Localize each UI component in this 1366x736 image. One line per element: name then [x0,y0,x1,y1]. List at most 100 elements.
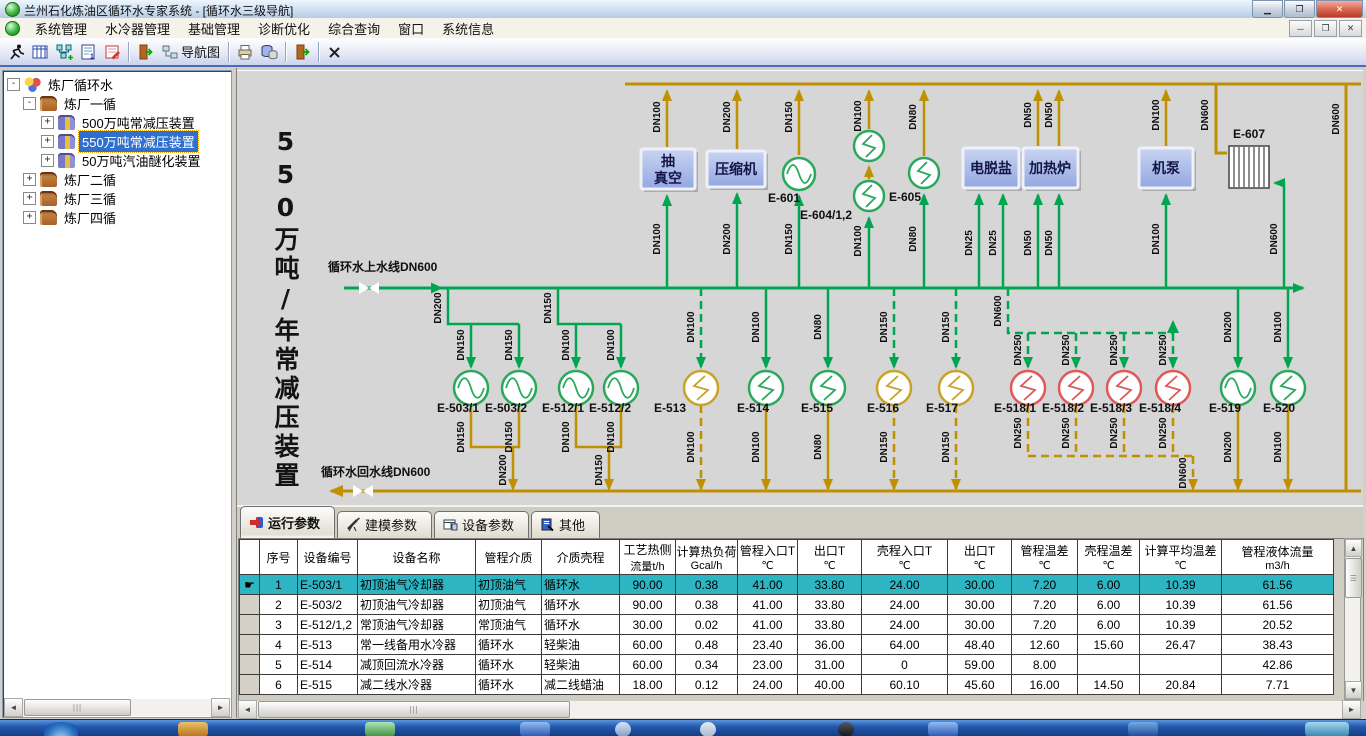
database-button[interactable] [257,40,281,64]
col-header[interactable]: 设备名称 [358,540,476,575]
tree-item-circuit1[interactable]: - 炼厂一循 [4,94,230,113]
taskbar-icon[interactable] [1305,722,1349,736]
unit-box-vacuum[interactable]: 抽 真空 [641,149,698,192]
row-selector[interactable] [240,675,260,695]
row-selector[interactable] [240,635,260,655]
child-close-button[interactable]: ✕ [1339,20,1362,37]
nodes-add-button[interactable] [52,40,76,64]
taskbar-icon[interactable] [838,722,854,736]
run-button[interactable] [4,40,28,64]
equipment-e512-2[interactable] [604,371,638,405]
col-header[interactable]: 出口T℃ [798,540,862,575]
exit-door-button[interactable] [133,40,157,64]
equipment-e605[interactable] [909,158,939,188]
col-header[interactable]: 出口T℃ [948,540,1012,575]
expand-toggle-icon[interactable]: + [23,211,36,224]
tree-item-circuit4[interactable]: + 炼厂四循 [4,208,230,227]
table-row[interactable]: 6E-515减二线水冷器循环水减二线蜡油18.000.1224.0040.006… [240,675,1334,695]
expand-toggle-icon[interactable]: + [41,154,54,167]
taskbar-icon[interactable] [928,722,958,736]
tab-device-parameters[interactable]: 设备参数 [434,511,529,538]
table-row[interactable]: ☛1E-503/1初顶油气冷却器初顶油气循环水90.000.3841.0033.… [240,575,1334,595]
col-header[interactable]: 介质壳程 [542,540,620,575]
scrollbar-thumb[interactable]: ☰ [1345,558,1362,598]
taskbar-icon[interactable] [1128,722,1158,736]
col-header[interactable]: 管程介质 [476,540,542,575]
equipment-e604-2[interactable] [854,181,884,211]
edit-form-button[interactable] [100,40,124,64]
equipment-e604-1[interactable] [854,131,884,161]
child-minimize-button[interactable]: ─ [1289,20,1312,37]
equipment-e518-2[interactable] [1059,371,1093,405]
expand-toggle-icon[interactable]: - [23,97,36,110]
unit-box-furnace[interactable]: 加热炉 [1023,148,1081,191]
equipment-e518-3[interactable] [1107,371,1141,405]
col-header[interactable]: 管程温差℃ [1012,540,1078,575]
row-selector[interactable] [240,595,260,615]
tab-model-parameters[interactable]: 建模参数 [337,511,432,538]
menu-base-manage[interactable]: 基础管理 [179,17,249,40]
scroll-right-icon[interactable]: ► [1342,700,1361,719]
col-header[interactable]: 管程液体流量m3/h [1222,540,1334,575]
row-selector[interactable]: ☛ [240,575,260,595]
equipment-e518-1[interactable] [1011,371,1045,405]
scrollbar-thumb[interactable]: ||| [24,699,131,716]
unit-box-pump[interactable]: 机泵 [1139,148,1196,191]
scroll-left-icon[interactable]: ◄ [238,700,257,719]
menu-diagnosis[interactable]: 诊断优化 [249,17,319,40]
expand-toggle-icon[interactable]: + [23,173,36,186]
windows-taskbar[interactable] [0,719,1366,736]
equipment-e515[interactable] [811,371,845,405]
expand-toggle-icon[interactable]: - [7,78,20,91]
taskbar-icon[interactable] [615,722,631,736]
menu-sysinfo[interactable]: 系统信息 [433,17,503,40]
tree-item-circuit3[interactable]: + 炼厂三循 [4,189,230,208]
table-row[interactable]: 2E-503/2初顶油气冷却器初顶油气循环水90.000.3841.0033.8… [240,595,1334,615]
table-row[interactable]: 4E-513常一线备用水冷器循环水轻柴油60.000.4823.4036.006… [240,635,1334,655]
taskbar-icon[interactable] [178,722,208,736]
equipment-e512-1[interactable] [559,371,593,405]
equipment-e514[interactable] [749,371,783,405]
tab-run-parameters[interactable]: 运行参数 [240,506,335,538]
tree-item-unit-50[interactable]: + 50万吨汽油醚化装置 [4,151,230,170]
menu-system-manage[interactable]: 系统管理 [26,17,96,40]
equipment-e607[interactable]: E-607 [1229,127,1269,188]
close-button[interactable]: ✕ [1316,0,1363,18]
row-selector[interactable] [240,615,260,635]
document-button[interactable]: 1 [76,40,100,64]
taskbar-icon[interactable] [365,722,395,736]
child-restore-button[interactable]: ❐ [1314,20,1337,37]
col-header[interactable]: 设备编号 [298,540,358,575]
row-selector[interactable] [240,655,260,675]
nav-map-button[interactable]: 导航图 [157,40,224,64]
col-header[interactable]: 序号 [260,540,298,575]
table-horizontal-scrollbar[interactable]: ◄ ||| ► [238,701,1361,718]
equipment-e518-4[interactable] [1156,371,1190,405]
expand-toggle-icon[interactable]: + [41,116,54,129]
taskbar-icon[interactable] [520,722,550,736]
col-header[interactable]: 管程入口T℃ [738,540,798,575]
col-header[interactable]: 计算热负荷Gcal/h [676,540,738,575]
columns-button[interactable] [28,40,52,64]
restore-button[interactable]: ❐ [1284,0,1315,18]
close-view-button[interactable] [323,40,347,64]
equipment-e519[interactable] [1221,371,1255,405]
scroll-up-icon[interactable]: ▲ [1345,539,1362,557]
col-header[interactable]: 壳程入口T℃ [862,540,948,575]
equipment-e517[interactable] [939,371,973,405]
tree-horizontal-scrollbar[interactable]: ◄ ||| ► [4,699,230,716]
equipment-e503-2[interactable] [502,371,536,405]
taskbar-icon[interactable] [700,722,716,736]
col-header[interactable]: 计算平均温差℃ [1140,540,1222,575]
scroll-left-icon[interactable]: ◄ [4,698,23,717]
equipment-e601[interactable] [783,158,815,190]
menu-cooler-manage[interactable]: 水冷器管理 [96,17,179,40]
col-header[interactable]: 工艺热侧流量t/h [620,540,676,575]
tree-item-circuit2[interactable]: + 炼厂二循 [4,170,230,189]
menu-query[interactable]: 综合查询 [319,17,389,40]
equipment-e503-1[interactable] [454,371,488,405]
menu-window[interactable]: 窗口 [389,17,433,40]
table-vertical-scrollbar[interactable]: ▲ ☰ ▼ [1344,538,1361,700]
print-button[interactable] [233,40,257,64]
col-header[interactable]: 壳程温差℃ [1078,540,1140,575]
